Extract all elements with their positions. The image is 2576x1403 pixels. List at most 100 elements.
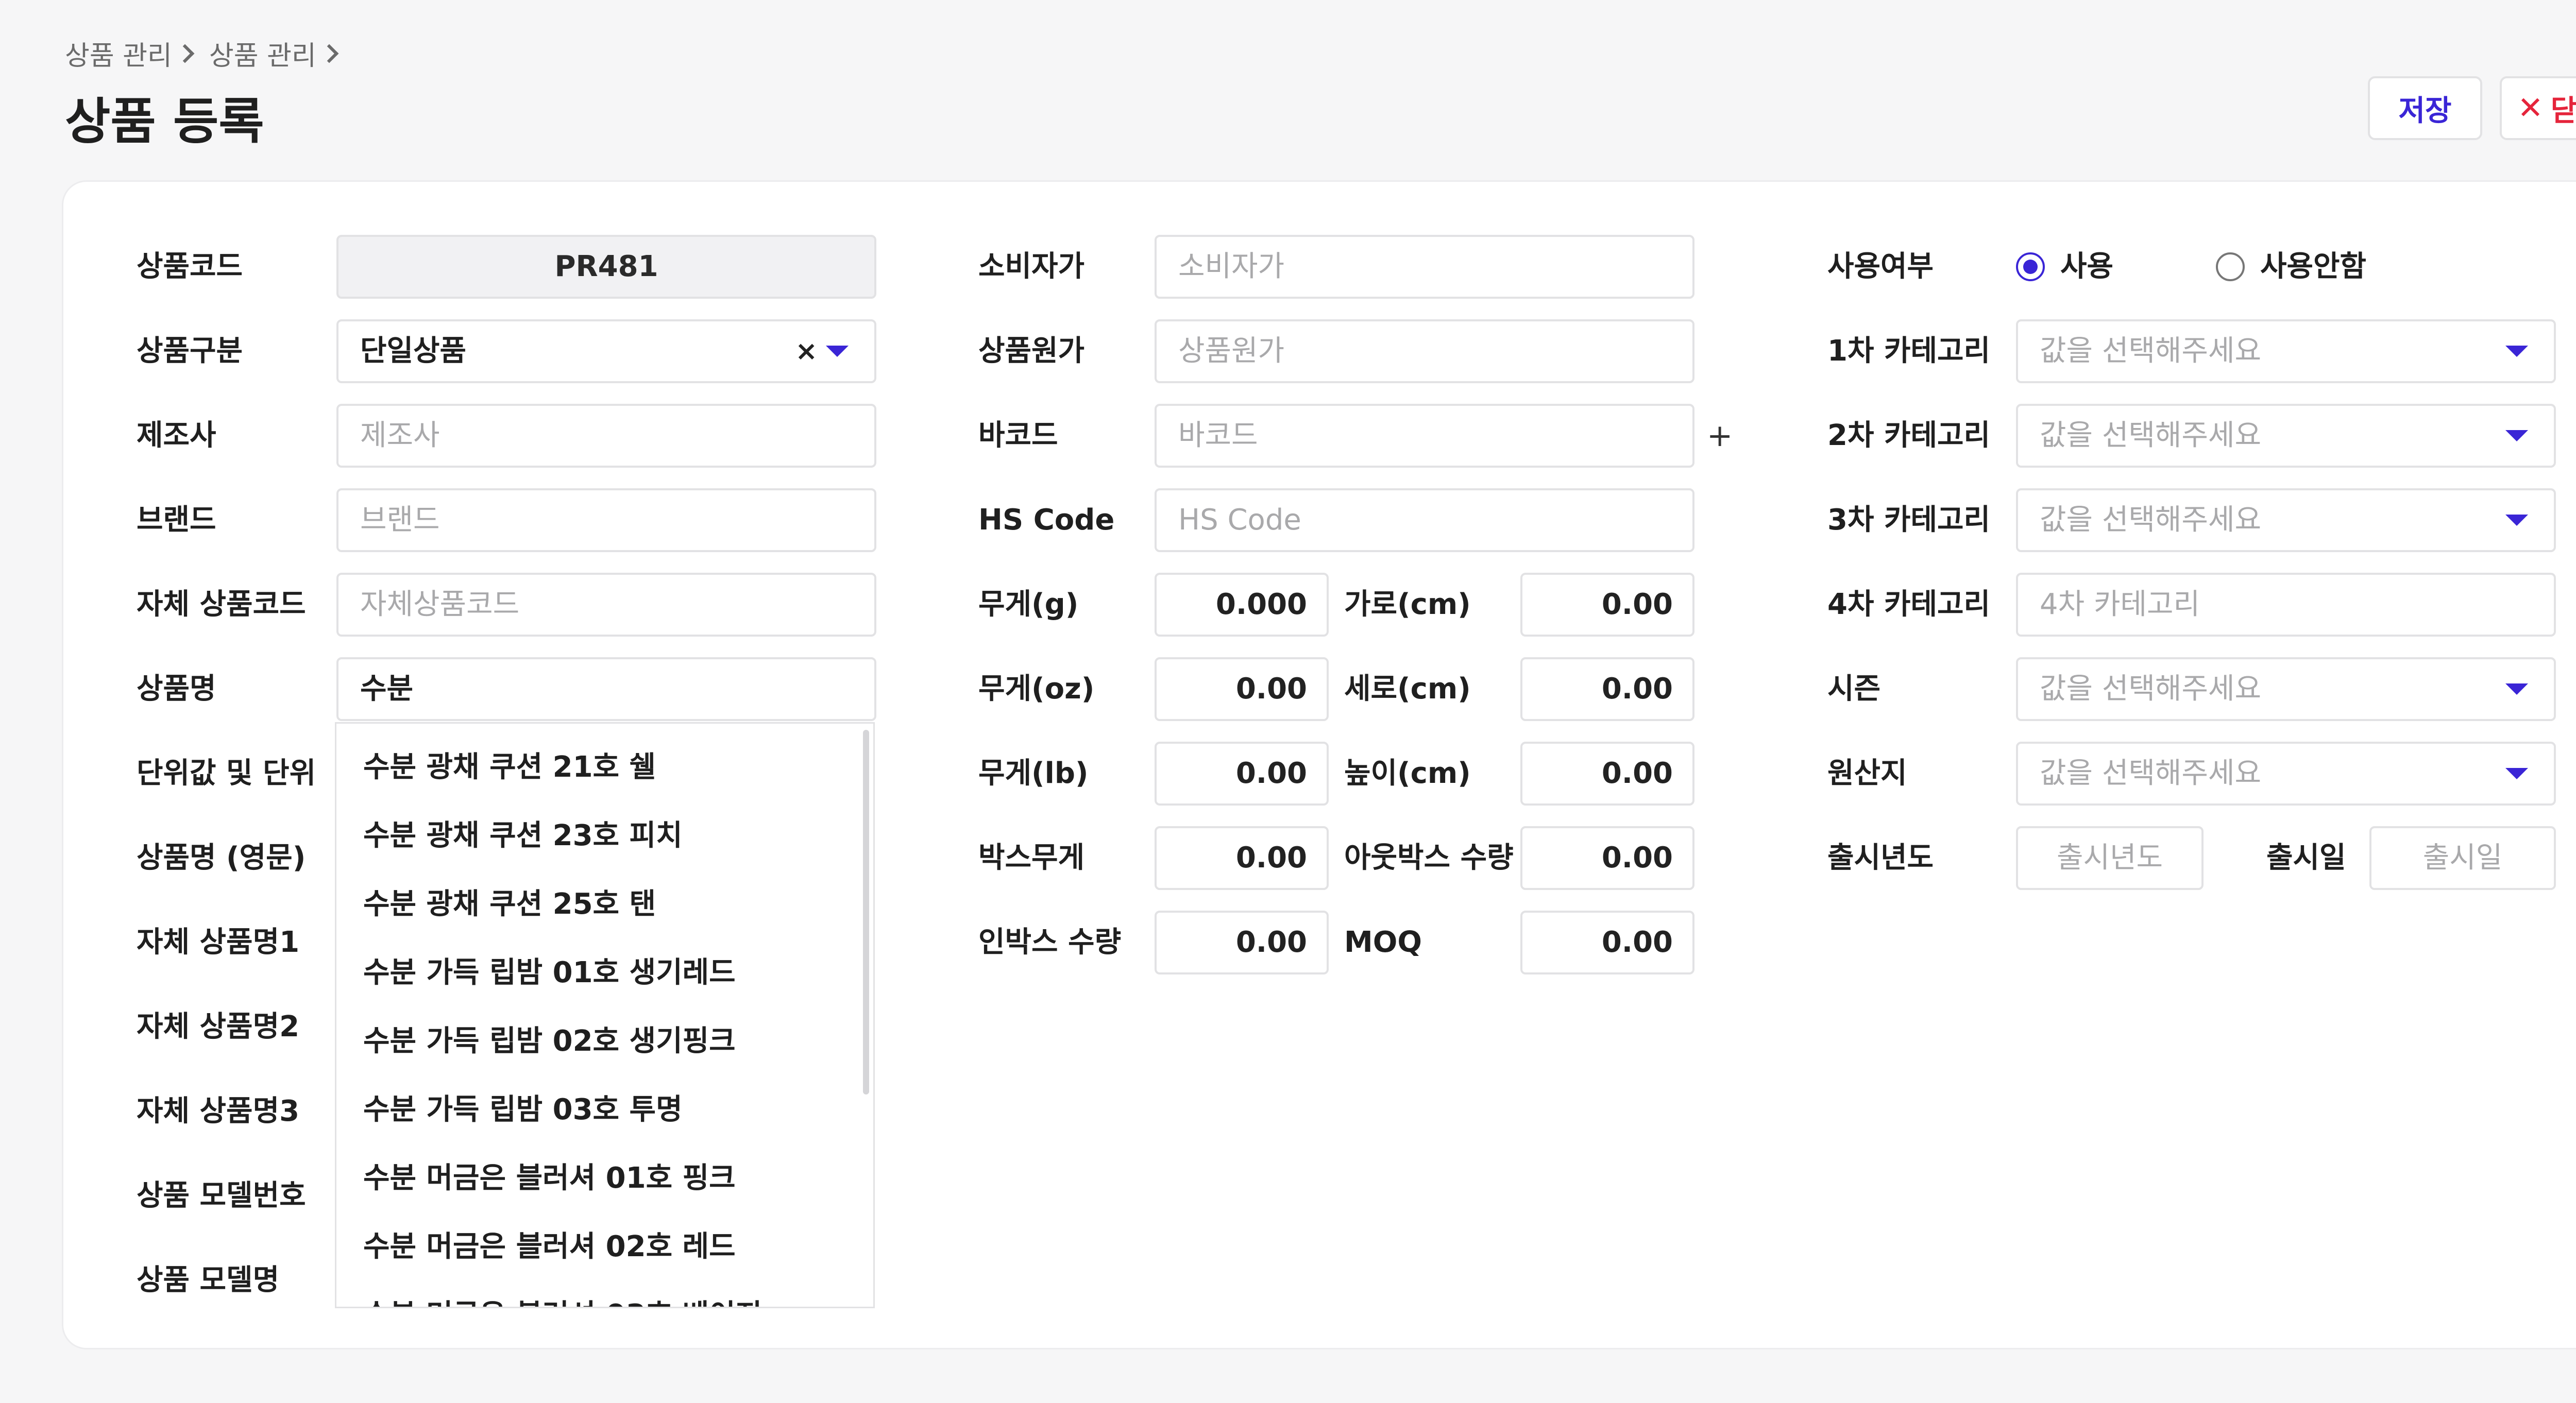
caret-down-icon — [2505, 768, 2528, 779]
product-type-select[interactable]: 단일상품 × — [336, 319, 876, 383]
use-radio-on[interactable] — [2016, 252, 2045, 281]
hs-code-input[interactable]: HS Code — [1155, 488, 1694, 552]
manufacturer-placeholder: 제조사 — [360, 419, 440, 452]
season-select[interactable]: 값을 선택해주세요 — [2016, 657, 2556, 721]
breadcrumb-item[interactable]: 상품 관리 — [209, 34, 316, 73]
label-own-code: 자체 상품코드 — [137, 588, 306, 621]
caret-down-icon — [2505, 515, 2528, 526]
label-cat3: 3차 카테고리 — [1827, 503, 1991, 537]
autocomplete-option[interactable]: 수분 가득 립밤 01호 생기레드 — [336, 938, 873, 1007]
autocomplete-option[interactable]: 수분 광채 쿠션 25호 탠 — [336, 870, 873, 938]
weight-g-input[interactable]: 0.000 — [1155, 573, 1329, 637]
brand-placeholder: 브랜드 — [360, 503, 440, 537]
label-cost-price: 상품원가 — [978, 334, 1085, 368]
release-year-placeholder: 출시년도 — [2056, 841, 2163, 875]
label-moq: MOQ — [1344, 926, 1422, 959]
brand-input[interactable]: 브랜드 — [336, 488, 876, 552]
own-code-input[interactable]: 자체상품코드 — [336, 573, 876, 637]
weight-lb-input[interactable]: 0.00 — [1155, 742, 1329, 806]
product-type-value: 단일상품 — [360, 334, 467, 368]
cat1-select[interactable]: 값을 선택해주세요 — [2016, 319, 2556, 383]
label-hs-code: HS Code — [978, 503, 1115, 537]
release-year-input[interactable]: 출시년도 — [2016, 826, 2204, 890]
label-cat4: 4차 카테고리 — [1827, 588, 1991, 621]
add-barcode-icon[interactable]: + — [1707, 418, 1733, 454]
height-input[interactable]: 0.00 — [1520, 742, 1694, 806]
box-weight-input[interactable]: 0.00 — [1155, 826, 1329, 890]
barcode-placeholder: 바코드 — [1178, 419, 1258, 452]
label-model-no: 상품 모델번호 — [137, 1179, 306, 1212]
cat2-placeholder: 값을 선택해주세요 — [2040, 419, 2261, 452]
label-product-name: 상품명 — [137, 672, 216, 706]
consumer-price-placeholder: 소비자가 — [1178, 250, 1285, 283]
consumer-price-input[interactable]: 소비자가 — [1155, 235, 1694, 299]
clear-icon[interactable]: × — [795, 321, 818, 381]
caret-down-icon — [826, 346, 849, 357]
cat4-input[interactable]: 4차 카테고리 — [2016, 573, 2556, 637]
barcode-input[interactable]: 바코드 — [1155, 404, 1694, 468]
dropdown-scrollbar[interactable] — [863, 730, 869, 1094]
use-radio-off[interactable] — [2216, 252, 2245, 281]
label-outbox-qty: 아웃박스 수량 — [1344, 841, 1514, 875]
label-width: 가로(cm) — [1344, 588, 1471, 621]
manufacturer-input[interactable]: 제조사 — [336, 404, 876, 468]
breadcrumb-item[interactable]: 상품 관리 — [65, 34, 172, 73]
label-brand: 브랜드 — [137, 503, 216, 537]
cost-price-placeholder: 상품원가 — [1178, 334, 1285, 368]
label-weight-g: 무게(g) — [978, 588, 1079, 621]
cat1-placeholder: 값을 선택해주세요 — [2040, 334, 2261, 368]
label-product-code: 상품코드 — [137, 250, 243, 283]
width-input[interactable]: 0.00 — [1520, 573, 1694, 637]
autocomplete-option[interactable]: 수분 광채 쿠션 23호 피치 — [336, 801, 873, 870]
label-cat2: 2차 카테고리 — [1827, 419, 1991, 452]
product-name-value: 수분 — [360, 672, 414, 706]
own-code-placeholder: 자체상품코드 — [360, 588, 520, 621]
autocomplete-option[interactable]: 수분 머금은 블러셔 03호 베이지 — [336, 1281, 873, 1307]
cat3-placeholder: 값을 선택해주세요 — [2040, 503, 2261, 537]
weight-oz-input[interactable]: 0.00 — [1155, 657, 1329, 721]
autocomplete-option[interactable]: 수분 머금은 블러셔 01호 핑크 — [336, 1144, 873, 1212]
label-release-year: 출시년도 — [1827, 841, 1934, 875]
label-weight-oz: 무게(oz) — [978, 672, 1095, 706]
moq-input[interactable]: 0.00 — [1520, 911, 1694, 974]
chevron-right-icon — [319, 44, 339, 63]
release-date-placeholder: 출시일 — [2422, 841, 2503, 875]
close-button[interactable]: ✕ 닫기 — [2500, 76, 2576, 140]
close-icon: ✕ — [2517, 90, 2544, 126]
product-code-field: PR481 — [336, 235, 876, 299]
cat4-placeholder: 4차 카테고리 — [2040, 588, 2200, 621]
product-name-input[interactable]: 수분 — [336, 657, 876, 721]
autocomplete-option[interactable]: 수분 머금은 블러셔 02호 레드 — [336, 1212, 873, 1281]
label-box-weight: 박스무게 — [978, 841, 1085, 875]
label-product-type: 상품구분 — [137, 334, 243, 368]
autocomplete-option[interactable]: 수분 가득 립밤 03호 투명 — [336, 1075, 873, 1144]
label-model-name: 상품 모델명 — [137, 1263, 280, 1297]
save-button[interactable]: 저장 — [2368, 76, 2482, 140]
caret-down-icon — [2505, 430, 2528, 441]
length-input[interactable]: 0.00 — [1520, 657, 1694, 721]
use-radio-off-label[interactable]: 사용안함 — [2260, 235, 2366, 299]
label-barcode: 바코드 — [978, 419, 1058, 452]
outbox-qty-input[interactable]: 0.00 — [1520, 826, 1694, 890]
season-placeholder: 값을 선택해주세요 — [2040, 672, 2261, 706]
use-radio-on-label[interactable]: 사용 — [2060, 235, 2113, 299]
caret-down-icon — [2505, 683, 2528, 695]
inbox-qty-input[interactable]: 0.00 — [1155, 911, 1329, 974]
label-height: 높이(cm) — [1344, 757, 1471, 790]
label-length: 세로(cm) — [1344, 672, 1471, 706]
cat3-select[interactable]: 값을 선택해주세요 — [2016, 488, 2556, 552]
release-date-input[interactable]: 출시일 — [2369, 826, 2556, 890]
product-name-autocomplete[interactable]: 수분 광채 쿠션 21호 쉘 수분 광채 쿠션 23호 피치 수분 광채 쿠션 … — [335, 722, 875, 1308]
label-own-name3: 자체 상품명3 — [137, 1094, 300, 1128]
label-consumer-price: 소비자가 — [978, 250, 1085, 283]
label-origin: 원산지 — [1827, 757, 1907, 790]
label-release-date: 출시일 — [2266, 841, 2346, 875]
cat2-select[interactable]: 값을 선택해주세요 — [2016, 404, 2556, 468]
origin-select[interactable]: 값을 선택해주세요 — [2016, 742, 2556, 806]
hs-code-placeholder: HS Code — [1178, 503, 1301, 537]
label-use: 사용여부 — [1827, 250, 1934, 283]
autocomplete-option[interactable]: 수분 가득 립밤 02호 생기핑크 — [336, 1007, 873, 1075]
autocomplete-option[interactable]: 수분 광채 쿠션 21호 쉘 — [336, 733, 873, 801]
origin-placeholder: 값을 선택해주세요 — [2040, 757, 2261, 790]
cost-price-input[interactable]: 상품원가 — [1155, 319, 1694, 383]
